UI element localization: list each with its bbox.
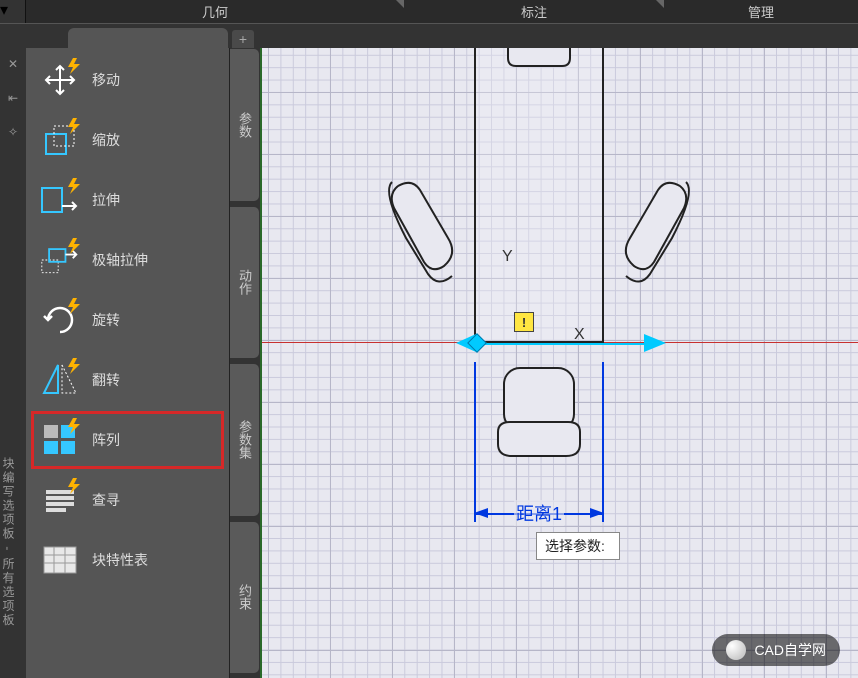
param-line (474, 343, 646, 345)
side-tab-actions[interactable]: 动作 (230, 206, 260, 360)
tool-label: 缩放 (92, 130, 120, 150)
tab-label: 标注 (521, 2, 547, 21)
move-icon (40, 62, 80, 98)
plus-icon: + (239, 31, 247, 47)
tool-label: 块特性表 (92, 550, 148, 570)
bolt-icon (68, 418, 82, 434)
tool-label: 阵列 (92, 430, 120, 450)
side-tab-label: 约束 (235, 584, 254, 610)
side-tab-param-sets[interactable]: 参数集 (230, 363, 260, 517)
warn-label: ! (522, 315, 526, 330)
tool-polar-stretch[interactable]: 极轴拉伸 (32, 232, 223, 288)
side-tab-strip: 参数 动作 参数集 约束 (230, 48, 260, 678)
tab-label: 管理 (748, 2, 774, 21)
array-icon (40, 422, 80, 458)
tool-label: 翻转 (92, 370, 120, 390)
side-tab-label: 动作 (235, 269, 254, 295)
tool-stretch[interactable]: 拉伸 (32, 172, 223, 228)
options-icon[interactable]: ✧ (5, 124, 21, 140)
tab-geometry[interactable]: 几何 (26, 0, 404, 23)
tab-dropdown[interactable]: ▾ (0, 0, 26, 23)
palette-title: 块编写选项板 - 所有选项板 (0, 457, 17, 628)
tool-lookup[interactable]: 查寻 (32, 472, 223, 528)
rotate-icon (40, 302, 80, 338)
bolt-icon (68, 358, 82, 374)
scale-icon (40, 122, 80, 158)
bolt-icon (68, 58, 82, 74)
warning-grip[interactable]: ! (514, 312, 534, 332)
tool-label: 拉伸 (92, 190, 120, 210)
param-arrow-right[interactable] (644, 334, 666, 352)
tool-rotate[interactable]: 旋转 (32, 292, 223, 348)
side-tab-label: 参数集 (235, 420, 254, 459)
linear-parameter[interactable] (456, 334, 666, 352)
bolt-icon (68, 478, 82, 494)
tab-annotate[interactable]: 标注 (404, 0, 664, 23)
ribbon-tabs: ▾ 几何 标注 管理 (0, 0, 858, 24)
drawing-content: ! X Y 距离1 选择参数: (260, 48, 858, 678)
tool-move[interactable]: 移动 (32, 52, 223, 108)
bolt-icon (68, 118, 82, 134)
tool-label: 查寻 (92, 490, 120, 510)
bolt-icon (68, 298, 82, 314)
dim-label: 距离1 (514, 500, 564, 526)
command-tooltip: 选择参数: (536, 532, 620, 560)
tool-label: 旋转 (92, 310, 120, 330)
stretch-icon (40, 182, 80, 218)
bolt-icon (68, 238, 82, 254)
tool-block-table[interactable]: 块特性表 (32, 532, 223, 588)
collapse-icon[interactable]: ⇤ (5, 90, 21, 106)
polar-stretch-icon (40, 242, 80, 278)
file-tab-bar: + (0, 24, 858, 48)
side-tab-label: 参数 (235, 112, 254, 138)
bolt-icon (68, 178, 82, 194)
tab-manage[interactable]: 管理 (664, 0, 858, 23)
tool-array[interactable]: 阵列 (32, 412, 223, 468)
tool-flip[interactable]: 翻转 (32, 352, 223, 408)
tab-label: 几何 (202, 2, 228, 21)
drawing-canvas[interactable]: ! X Y 距离1 选择参数: CAD自学网 (260, 48, 858, 678)
tool-label: 移动 (92, 70, 120, 90)
add-tab-button[interactable]: + (232, 30, 254, 48)
main-area: ✕ ⇤ ✧ 块编写选项板 - 所有选项板 移动 缩放 拉伸 (0, 48, 858, 678)
dim-ext-left (474, 362, 476, 522)
side-tab-constraints[interactable]: 约束 (230, 521, 260, 675)
tooltip-text: 选择参数: (545, 538, 605, 554)
watermark-text: CAD自学网 (754, 640, 826, 660)
dim-ext-right (602, 362, 604, 522)
tool-label: 极轴拉伸 (92, 250, 148, 270)
tool-scale[interactable]: 缩放 (32, 112, 223, 168)
axis-y-label: Y (502, 248, 513, 266)
dim-arrow-left (474, 508, 488, 518)
table-icon (40, 542, 80, 578)
close-icon[interactable]: ✕ (5, 56, 21, 72)
chair-shapes (260, 48, 858, 678)
expand-icon[interactable] (656, 0, 664, 8)
expand-icon[interactable] (396, 0, 404, 8)
lookup-icon (40, 482, 80, 518)
wechat-icon (726, 640, 746, 660)
flip-icon (40, 362, 80, 398)
file-tab[interactable] (68, 28, 228, 48)
action-toolbox: 移动 缩放 拉伸 极轴拉伸 (26, 48, 230, 678)
watermark: CAD自学网 (712, 634, 840, 666)
dim-arrow-right (590, 508, 604, 518)
side-tab-params[interactable]: 参数 (230, 48, 260, 202)
palette-strip: ✕ ⇤ ✧ 块编写选项板 - 所有选项板 (0, 48, 26, 678)
dimension[interactable]: 距离1 (474, 502, 604, 524)
